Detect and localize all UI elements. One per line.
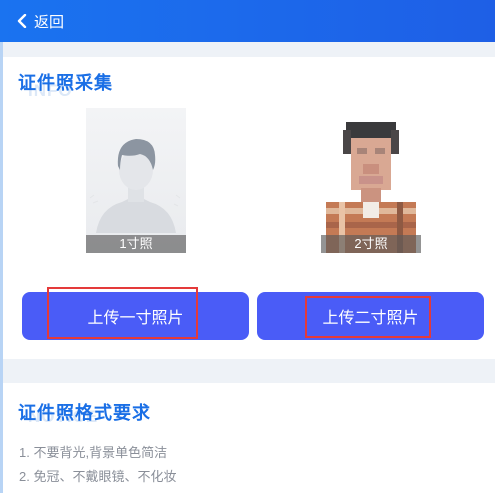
back-button[interactable]: 返回 — [16, 11, 64, 32]
upload-button-label: 上传二寸照片 — [322, 310, 419, 327]
photo-label: 2寸照 — [321, 235, 421, 253]
section-title: 证件照格式要求 — [18, 403, 151, 423]
photo-label: 1寸照 — [86, 235, 186, 253]
requirement-item: 1. 不要背光,背景单色简洁 — [19, 445, 168, 460]
section-title: 证件照采集 — [18, 73, 113, 93]
photo-section-card: INFO 证件照采集 1寸照 2寸照 上传一寸照片 上传二寸照片 — [3, 57, 495, 359]
back-label: 返回 — [34, 13, 65, 31]
chevron-left-icon — [17, 14, 27, 28]
person-photo — [321, 108, 421, 253]
top-bar: 返回 — [0, 0, 495, 42]
avatar-placeholder-icon — [89, 139, 181, 233]
requirements-section-card: NOTICE 证件照格式要求 1. 不要背光,背景单色简洁 2. 免冠、不戴眼镜… — [3, 383, 495, 493]
one-inch-photo: 1寸照 — [86, 108, 186, 253]
requirement-item: 2. 免冠、不戴眼镜、不化妆 — [19, 469, 177, 484]
two-inch-photo: 2寸照 — [321, 108, 421, 253]
upload-button-label: 上传一寸照片 — [87, 310, 184, 327]
upload-two-inch-button[interactable]: 上传二寸照片 — [257, 292, 484, 340]
upload-one-inch-button[interactable]: 上传一寸照片 — [22, 292, 249, 340]
